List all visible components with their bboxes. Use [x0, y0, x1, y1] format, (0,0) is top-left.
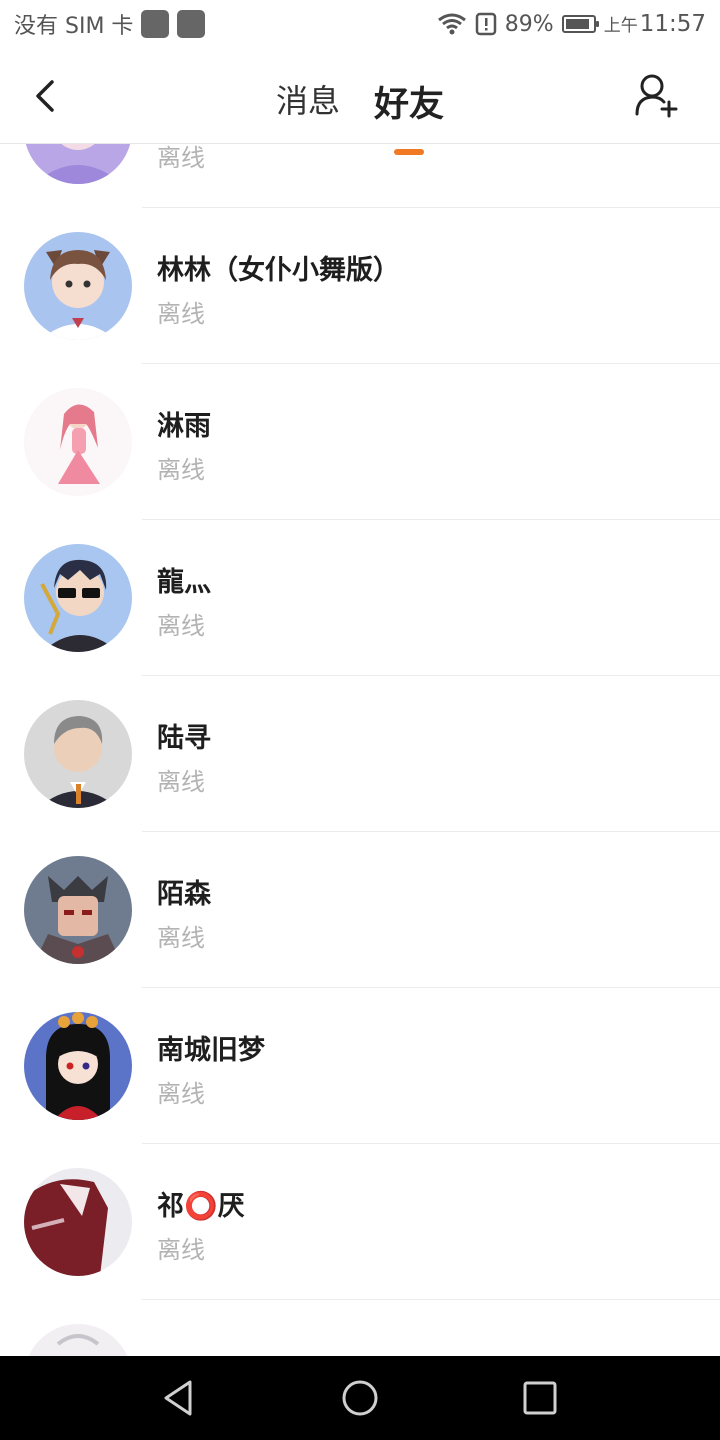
friend-status: 离线	[157, 144, 205, 172]
friend-name: 龍灬	[157, 567, 211, 598]
avatar	[24, 232, 132, 340]
avatar	[24, 856, 132, 964]
friend-list-item[interactable]: 祁⭕厌 离线	[0, 1144, 720, 1300]
clock-time: 11:57	[639, 11, 706, 37]
friend-name: 陌森	[157, 879, 211, 910]
friend-status: 离线	[157, 1236, 205, 1264]
avatar	[24, 388, 132, 496]
nav-home-icon[interactable]	[338, 1376, 382, 1420]
friend-list-item[interactable]: 南城旧梦 离线	[0, 988, 720, 1144]
tab-bar: 消息 好友	[0, 70, 720, 155]
friend-list-item[interactable]	[0, 1300, 720, 1356]
friend-status: 离线	[157, 300, 205, 328]
friend-list-item[interactable]: 龍灬 离线	[0, 520, 720, 676]
clock: 上午 11:57	[604, 11, 706, 37]
friend-list-item[interactable]: 淋雨 离线	[0, 364, 720, 520]
friend-list[interactable]: 离线 林林（女仆小舞版） 离线 淋雨 离线 龍灬 离线 陆寻 离线 陌森 离线 …	[0, 144, 720, 1356]
avatar	[24, 544, 132, 652]
friend-status: 离线	[157, 612, 205, 640]
friend-list-item[interactable]: 陌森 离线	[0, 832, 720, 988]
friend-name: 淋雨	[157, 411, 211, 442]
friend-status: 离线	[157, 924, 205, 952]
tab-label: 消息	[275, 82, 340, 120]
nav-back-icon[interactable]	[158, 1376, 202, 1420]
top-header: 消息 好友	[0, 48, 720, 155]
notification-icon	[141, 10, 170, 38]
battery-icon	[561, 15, 599, 33]
tab-label: 好友	[374, 85, 445, 125]
tab-friends[interactable]: 好友	[374, 70, 445, 155]
status-bar: 没有 SIM 卡 89% 上午 11:57	[0, 0, 720, 48]
status-bar-left: 没有 SIM 卡	[14, 8, 206, 40]
friend-name: 林林（女仆小舞版）	[157, 255, 400, 286]
status-bar-right: 89% 上午 11:57	[437, 11, 706, 37]
avatar	[24, 1168, 132, 1276]
avatar	[24, 700, 132, 808]
battery-percent: 89%	[504, 11, 554, 37]
friend-status: 离线	[157, 1080, 205, 1108]
friend-name: 祁⭕厌	[157, 1191, 245, 1222]
friend-list-item[interactable]: 陆寻 离线	[0, 676, 720, 832]
carrier-label: 没有 SIM 卡	[14, 14, 134, 39]
friend-status: 离线	[157, 456, 205, 484]
friend-list-item[interactable]: 林林（女仆小舞版） 离线	[0, 208, 720, 364]
alert-icon	[475, 12, 497, 36]
friend-list-item[interactable]: 离线	[0, 144, 720, 208]
add-person-icon[interactable]	[634, 72, 680, 118]
tab-messages[interactable]: 消息	[276, 70, 340, 133]
avatar	[24, 1012, 132, 1120]
notification-icon	[177, 10, 206, 38]
friend-name: 南城旧梦	[157, 1035, 265, 1066]
wifi-icon	[437, 12, 467, 36]
nav-recents-icon[interactable]	[518, 1376, 562, 1420]
avatar	[24, 144, 132, 184]
system-nav-bar	[0, 1356, 720, 1440]
friend-name: 陆寻	[157, 723, 211, 754]
avatar	[24, 1324, 132, 1356]
friend-status: 离线	[157, 768, 205, 796]
clock-ampm: 上午	[603, 16, 638, 36]
